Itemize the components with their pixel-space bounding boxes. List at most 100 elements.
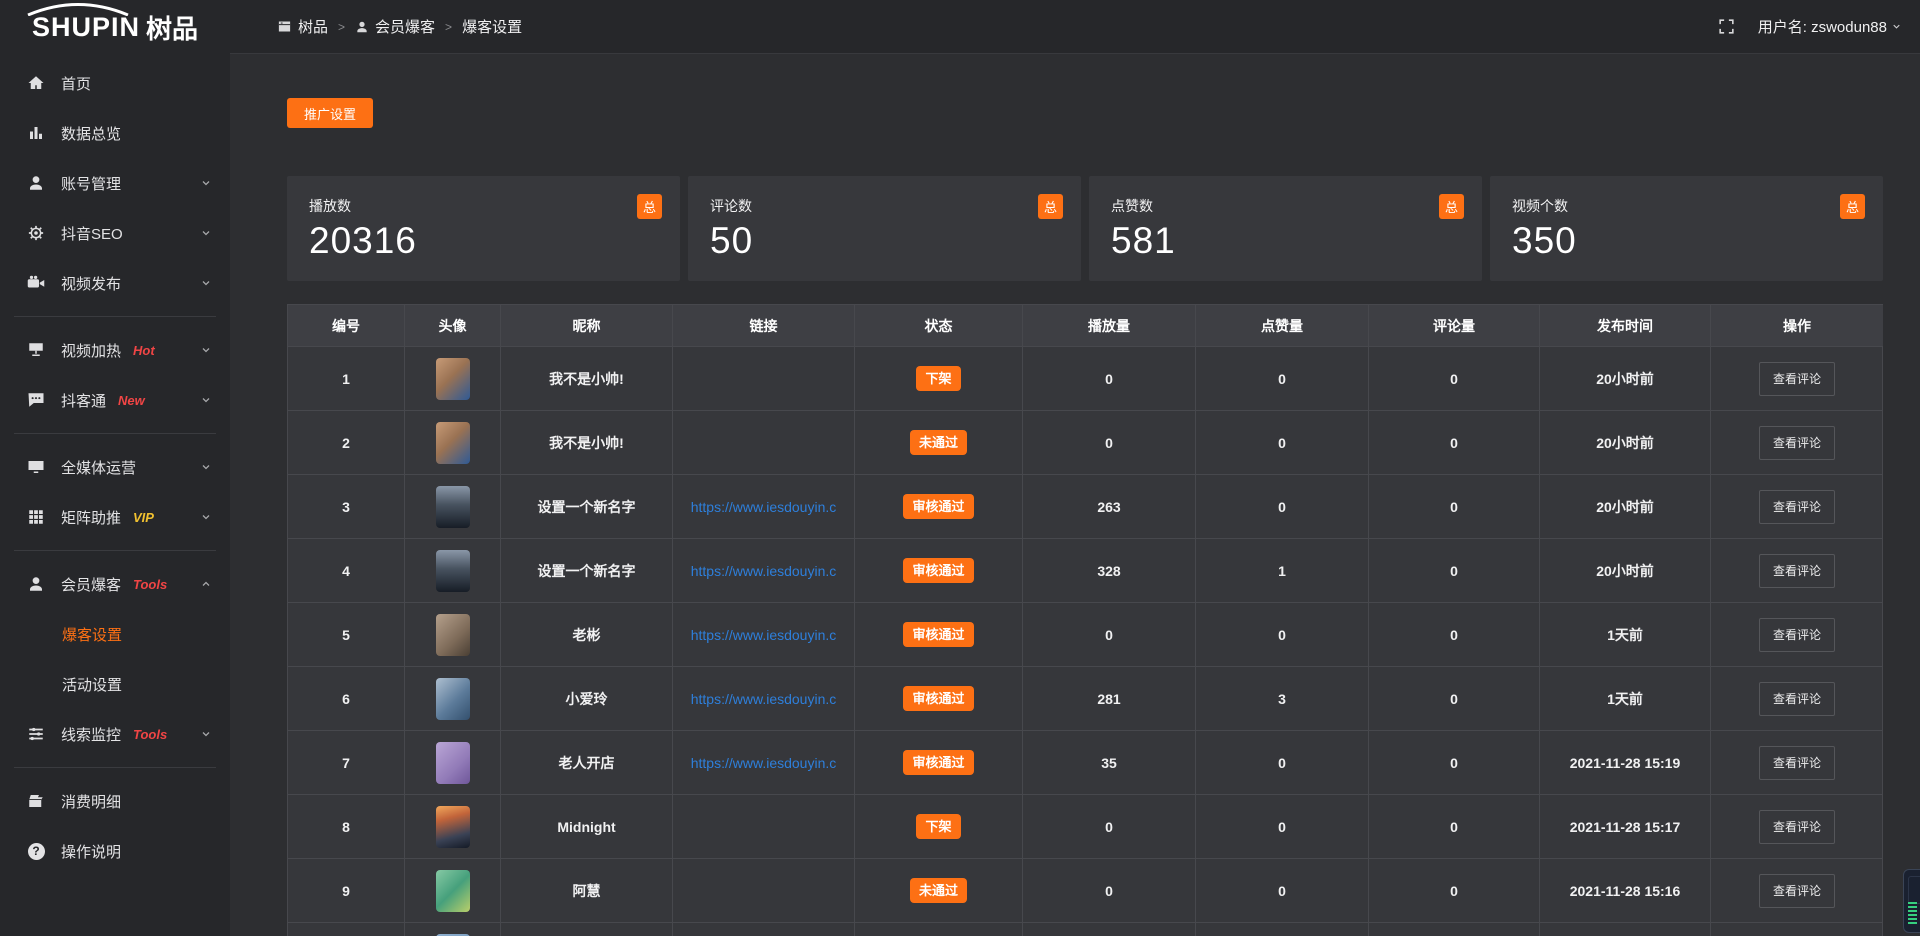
- table-row: 4设置一个新名字https://www.iesdouyin.c审核通过32810…: [288, 539, 1882, 603]
- cell-likes: 0: [1196, 475, 1369, 539]
- cell-avatar: [405, 923, 501, 936]
- sidebar-divider: [14, 550, 216, 551]
- sidebar-item-consumption-detail[interactable]: 消费明细: [0, 776, 230, 826]
- cell-plays: 281: [1023, 667, 1196, 731]
- billboard-icon: [26, 340, 46, 360]
- sidebar: SHUPIN 树品 首页 数据总览 账号管理 抖音SEO: [0, 0, 230, 936]
- stat-card-likes: 点赞数 581 总: [1089, 176, 1482, 281]
- sidebar-item-all-media[interactable]: 全媒体运营: [0, 442, 230, 492]
- fullscreen-icon[interactable]: [1717, 17, 1736, 36]
- cell-plays: 263: [1023, 475, 1196, 539]
- cell-nickname: 老人开店: [501, 731, 673, 795]
- view-comments-button[interactable]: 查看评论: [1759, 746, 1835, 780]
- cell-publish-time: 2021-11-28 15:17: [1540, 795, 1711, 859]
- status-badge: 审核通过: [903, 622, 973, 647]
- cell-status: 未通过: [855, 859, 1023, 923]
- sidebar-item-account-management[interactable]: 账号管理: [0, 158, 230, 208]
- cell-plays: 0: [1023, 347, 1196, 411]
- status-badge: 审核通过: [903, 686, 973, 711]
- cell-link: https://www.iesdouyin.c: [673, 475, 855, 539]
- sidebar-item-matrix-boost[interactable]: 矩阵助推 VIP: [0, 492, 230, 542]
- status-badge: 未通过: [910, 878, 967, 903]
- chevron-down-icon: [200, 394, 212, 406]
- cell-actions: 查看评论: [1711, 795, 1883, 859]
- sidebar-item-member-baoke[interactable]: 会员爆客 Tools: [0, 559, 230, 609]
- cell-id: 1: [288, 347, 405, 411]
- view-comments-button[interactable]: 查看评论: [1759, 682, 1835, 716]
- cell-plays: [1023, 923, 1196, 936]
- video-link[interactable]: https://www.iesdouyin.c: [691, 499, 837, 515]
- cell-link: https://www.iesdouyin.c: [673, 603, 855, 667]
- sidebar-item-douyin-seo[interactable]: 抖音SEO: [0, 208, 230, 258]
- view-comments-button[interactable]: 查看评论: [1759, 810, 1835, 844]
- cell-actions: 查看评论: [1711, 667, 1883, 731]
- table-row: 1我不是小帅!下架00020小时前查看评论: [288, 347, 1882, 411]
- video-link[interactable]: https://www.iesdouyin.c: [691, 755, 837, 771]
- cell-avatar: [405, 411, 501, 475]
- view-comments-button[interactable]: 查看评论: [1759, 426, 1835, 460]
- bar-chart-icon: [26, 123, 46, 143]
- cell-status: 下架: [855, 347, 1023, 411]
- stat-card-comments: 评论数 50 总: [688, 176, 1081, 281]
- cell-nickname: Midnight: [501, 795, 673, 859]
- cell-plays: 328: [1023, 539, 1196, 603]
- table-row: 3设置一个新名字https://www.iesdouyin.c审核通过26300…: [288, 475, 1882, 539]
- cell-comments: [1369, 923, 1540, 936]
- sidebar-item-video-heating[interactable]: 视频加热 Hot: [0, 325, 230, 375]
- view-comments-button[interactable]: 查看评论: [1759, 618, 1835, 652]
- sidebar-item-data-overview[interactable]: 数据总览: [0, 108, 230, 158]
- video-link[interactable]: https://www.iesdouyin.c: [691, 691, 837, 707]
- member-icon: [26, 574, 46, 594]
- sidebar-item-home[interactable]: 首页: [0, 58, 230, 108]
- sidebar-item-video-publish[interactable]: 视频发布: [0, 258, 230, 308]
- cell-publish-time: 20小时前: [1540, 411, 1711, 475]
- stat-label: 视频个数: [1512, 196, 1861, 216]
- sidebar-subitem-activity-settings[interactable]: 活动设置: [0, 659, 230, 709]
- video-camera-icon: [26, 273, 46, 293]
- video-link[interactable]: https://www.iesdouyin.c: [691, 627, 837, 643]
- new-badge: New: [118, 393, 145, 408]
- user-menu[interactable]: 用户名: zswodun88: [1758, 16, 1902, 37]
- sidebar-item-instructions[interactable]: ? 操作说明: [0, 826, 230, 876]
- promotion-settings-button[interactable]: 推广设置: [287, 98, 373, 128]
- breadcrumb-item-home[interactable]: 树品: [277, 16, 328, 37]
- stat-card-plays: 播放数 20316 总: [287, 176, 680, 281]
- view-comments-button[interactable]: 查看评论: [1759, 362, 1835, 396]
- cell-status: 审核通过: [855, 539, 1023, 603]
- status-badge: 审核通过: [903, 558, 973, 583]
- cell-avatar: [405, 539, 501, 603]
- chevron-down-icon: [200, 177, 212, 189]
- cell-comments: 0: [1369, 347, 1540, 411]
- cell-link: [673, 347, 855, 411]
- sidebar-subitem-baoke-settings[interactable]: 爆客设置: [0, 609, 230, 659]
- breadcrumb-separator: >: [338, 20, 345, 34]
- cell-publish-time: 20小时前: [1540, 347, 1711, 411]
- user-icon: [26, 173, 46, 193]
- cell-publish-time: 2021-11-28 15:19: [1540, 731, 1711, 795]
- cell-avatar: [405, 795, 501, 859]
- avatar: [436, 678, 470, 720]
- column-header-status: 状态: [855, 305, 1023, 347]
- cell-status: 审核通过: [855, 475, 1023, 539]
- view-comments-button[interactable]: 查看评论: [1759, 874, 1835, 908]
- cell-actions: 查看评论: [1711, 731, 1883, 795]
- app-logo[interactable]: SHUPIN 树品: [0, 0, 230, 54]
- sidebar-item-clue-monitor[interactable]: 线索监控 Tools: [0, 709, 230, 759]
- video-link[interactable]: https://www.iesdouyin.c: [691, 563, 837, 579]
- sidebar-item-douketong[interactable]: 抖客通 New: [0, 375, 230, 425]
- column-header-publish-time: 发布时间: [1540, 305, 1711, 347]
- stat-value: 581: [1111, 220, 1460, 262]
- cell-id: 10: [288, 923, 405, 936]
- breadcrumb-item-member-baoke[interactable]: 会员爆客: [355, 16, 435, 37]
- cell-likes: 0: [1196, 731, 1369, 795]
- column-header-link: 链接: [673, 305, 855, 347]
- vip-badge: VIP: [133, 510, 154, 525]
- view-comments-button[interactable]: 查看评论: [1759, 490, 1835, 524]
- table-row: 7老人开店https://www.iesdouyin.c审核通过35002021…: [288, 731, 1882, 795]
- floating-widget[interactable]: [1903, 869, 1920, 933]
- user-icon: [355, 20, 369, 34]
- cell-comments: 0: [1369, 667, 1540, 731]
- view-comments-button[interactable]: 查看评论: [1759, 554, 1835, 588]
- cell-actions: 查看评论: [1711, 603, 1883, 667]
- cell-nickname: 我不是小帅!: [501, 411, 673, 475]
